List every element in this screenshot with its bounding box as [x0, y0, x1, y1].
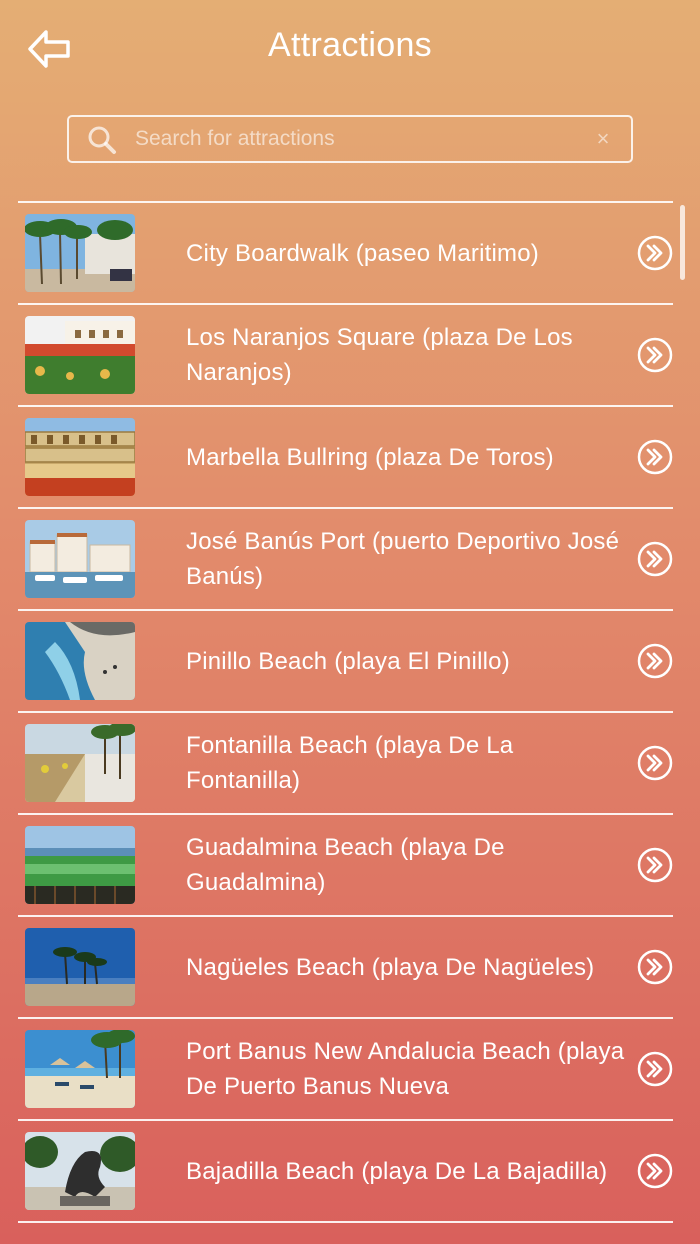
attraction-name: Pinillo Beach (playa El Pinillo)	[186, 647, 510, 675]
attraction-thumbnail	[25, 214, 135, 292]
search-input[interactable]	[135, 117, 575, 161]
attraction-name: Guadalmina Beach (playa De Guadalmina)	[186, 834, 505, 896]
attraction-name: Port Banus New Andalucia Beach (playa De…	[186, 1038, 625, 1100]
list-item[interactable]: City Boardwalk (paseo Maritimo)	[18, 201, 673, 303]
attraction-thumbnail	[25, 826, 135, 904]
attraction-thumbnail	[25, 928, 135, 1006]
double-chevron-right-icon[interactable]	[637, 847, 673, 883]
double-chevron-right-icon[interactable]	[637, 745, 673, 781]
double-chevron-right-icon[interactable]	[637, 1051, 673, 1087]
list-item[interactable]: Marbella Bullring (plaza De Toros)	[18, 405, 673, 507]
list-item[interactable]: Fontanilla Beach (playa De La Fontanilla…	[18, 711, 673, 813]
clear-icon[interactable]: ×	[593, 127, 613, 151]
attraction-name: Nagüeles Beach (playa De Nagüeles)	[186, 953, 595, 981]
double-chevron-right-icon[interactable]	[637, 235, 673, 271]
double-chevron-right-icon[interactable]	[637, 643, 673, 679]
list-item[interactable]: Pinillo Beach (playa El Pinillo)	[18, 609, 673, 711]
attraction-name: City Boardwalk (paseo Maritimo)	[186, 239, 539, 267]
navigation-bar: Attractions	[0, 0, 700, 100]
attraction-name: Marbella Bullring (plaza De Toros)	[186, 443, 554, 471]
attraction-name: Bajadilla Beach (playa De La Bajadilla)	[186, 1157, 608, 1185]
double-chevron-right-icon[interactable]	[637, 1153, 673, 1189]
double-chevron-right-icon[interactable]	[637, 337, 673, 373]
attraction-thumbnail	[25, 724, 135, 802]
attraction-thumbnail	[25, 622, 135, 700]
attraction-thumbnail	[25, 520, 135, 598]
list-item[interactable]: Nagüeles Beach (playa De Nagüeles)	[18, 915, 673, 1017]
list-item[interactable]: José Banús Port (puerto Deportivo José B…	[18, 507, 673, 609]
list-item[interactable]: Bajadilla Beach (playa De La Bajadilla)	[18, 1119, 673, 1223]
attraction-name: Los Naranjos Square (plaza De Los Naranj…	[186, 324, 573, 386]
attraction-thumbnail	[25, 1030, 135, 1108]
page-title: Attractions	[268, 26, 432, 64]
list-item[interactable]: Port Banus New Andalucia Beach (playa De…	[18, 1017, 673, 1119]
attraction-thumbnail	[25, 316, 135, 394]
search-icon	[88, 126, 116, 154]
search-bar[interactable]: ×	[67, 115, 633, 163]
attraction-thumbnail	[25, 418, 135, 496]
scrollbar[interactable]	[680, 205, 685, 280]
list-item[interactable]: Los Naranjos Square (plaza De Los Naranj…	[18, 303, 673, 405]
attraction-name: Fontanilla Beach (playa De La Fontanilla…	[186, 732, 514, 794]
list-item[interactable]: Guadalmina Beach (playa De Guadalmina)	[18, 813, 673, 915]
double-chevron-right-icon[interactable]	[637, 541, 673, 577]
attraction-thumbnail	[25, 1132, 135, 1210]
attractions-list: City Boardwalk (paseo Maritimo) Los Nara…	[18, 201, 673, 1223]
attraction-name: José Banús Port (puerto Deportivo José B…	[186, 528, 620, 590]
double-chevron-right-icon[interactable]	[637, 439, 673, 475]
double-chevron-right-icon[interactable]	[637, 949, 673, 985]
